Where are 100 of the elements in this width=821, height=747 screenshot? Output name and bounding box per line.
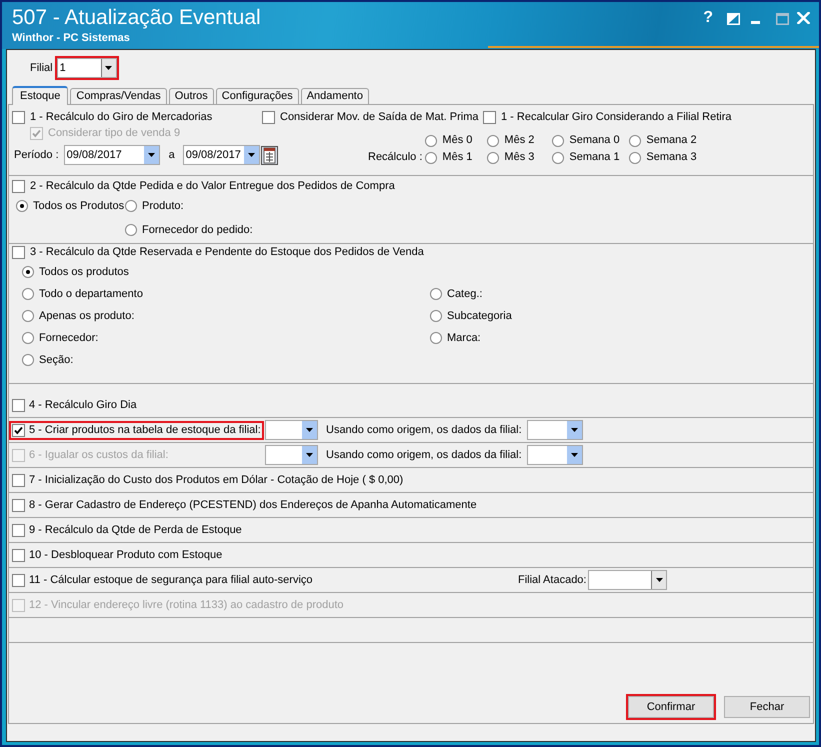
radio-label: Apenas os produto: [39,310,134,322]
dropdown-button[interactable] [144,146,159,164]
range-separator: a [168,148,175,162]
calendar-icon[interactable] [260,146,278,164]
caret-down-icon [248,153,255,157]
checkbox-label: 10 - Desbloquear Produto com Estoque [29,548,222,562]
checkbox[interactable] [12,498,25,512]
checkbox-label: 2 - Recálculo da Qtde Pedida e do Valor Entregue dos Pedidos de Compra [30,180,395,192]
tab[interactable]: Configurações [216,88,299,104]
caret-down-icon [570,453,578,457]
dropdown-button[interactable] [566,446,582,464]
radio-label: Produto: [142,200,184,212]
checkbox[interactable] [12,110,25,124]
caret-down-icon [306,453,313,457]
radio-button[interactable] [487,134,500,146]
select-field[interactable] [526,420,583,440]
radio-button[interactable] [430,310,442,322]
period-label: Período : [14,148,59,162]
radio-button[interactable] [125,200,137,212]
checkbox-label: 5 - Criar produtos na tabela de estoque da filial: [29,424,261,436]
date-field[interactable]: 09/08/2017 [182,145,260,165]
checkbox[interactable] [12,246,25,258]
radio-button[interactable] [425,134,438,146]
radio-button[interactable] [430,332,442,344]
origin-label: Usando como origem, os dados da filial: [326,448,522,462]
radio-label: Seção: [39,354,74,366]
radio-label: Semana 0 [569,134,620,147]
select-field[interactable] [265,445,318,465]
radio-label: Marca: [447,332,481,344]
origin-label: Usando como origem, os dados da filial: [326,424,522,436]
radio-label: Todos os produtos [39,266,129,278]
select-field[interactable] [526,445,583,465]
radio-button[interactable] [22,266,34,278]
caret-down-icon [570,428,578,432]
caret-down-icon [148,153,155,157]
checkbox[interactable] [262,110,275,124]
radio-button[interactable] [430,288,442,300]
radio-label: Fornecedor: [39,332,98,344]
dropdown-button[interactable] [566,421,582,439]
radio-button[interactable] [629,152,642,164]
checkbox[interactable] [12,524,25,536]
checkbox-label: 1 - Recalcular Giro Considerando a Filial Retira [501,110,732,124]
caret-down-icon [306,428,313,432]
checkbox[interactable] [483,110,496,124]
checkbox-label: 9 - Recálculo da Qtde de Perda de Estoque [29,524,242,536]
radio-label: Mês 3 [504,151,534,164]
dialog-button[interactable]: Fechar [724,696,810,718]
date-field[interactable]: 09/08/2017 [64,145,160,165]
radio-button[interactable] [552,134,564,146]
checkbox-label: Considerar tipo de venda 9 [48,126,180,140]
checkbox-label: 7 - Inicialização do Custo dos Produtos em Dólar - Cotação de Hoje ( $ 0,00) [29,474,404,486]
tab[interactable]: Estoque [12,86,68,105]
caret-down-icon [105,66,112,70]
checkbox-label: 11 - Cálcular estoque de segurança para filial auto-serviço [29,574,313,586]
tab[interactable]: Compras/Vendas [70,88,167,104]
contrast-icon[interactable] [727,13,740,25]
dropdown-button[interactable] [100,59,116,77]
checkbox-label: 12 - Vincular endereço livre (rotina 1133) ao cadastro de produto [29,598,344,612]
select-field[interactable] [588,570,668,590]
dialog-button[interactable]: Confirmar [628,696,714,718]
select-field[interactable] [265,420,318,440]
radio-button[interactable] [16,200,28,212]
radio-button[interactable] [552,152,564,164]
checkbox[interactable] [12,474,25,486]
radio-label: Fornecedor do pedido: [142,224,253,236]
help-button[interactable]: ? [703,10,713,26]
radio-button[interactable] [629,134,642,146]
dropdown-button[interactable] [651,571,666,589]
radio-button[interactable] [125,224,137,236]
radio-button[interactable] [22,288,34,300]
checkbox-label: 3 - Recálculo da Qtde Reservada e Pendente do Estoque dos Pedidos de Venda [30,246,424,258]
checkbox[interactable] [12,548,25,562]
caret-down-icon [656,578,663,582]
radio-label: Mês 2 [504,134,534,147]
checkbox-label: 4 - Recálculo Giro Dia [29,398,137,412]
radio-label: Semana 1 [569,151,620,164]
checkbox[interactable] [12,574,25,586]
dropdown-button[interactable] [302,446,317,464]
radio-button[interactable] [425,152,438,164]
tab[interactable]: Andamento [300,88,369,104]
radio-label: Mês 0 [442,134,472,147]
checkbox[interactable] [12,424,25,436]
radio-label: Todos os Produtos [33,200,124,212]
window-subtitle: Winthor - PC Sistemas [12,32,131,45]
filial-select[interactable]: 1 [56,58,117,78]
radio-button[interactable] [487,152,500,164]
radio-button[interactable] [22,332,34,344]
recalculo-label: Recálculo : [368,150,422,165]
dropdown-button[interactable] [244,146,259,164]
checkbox[interactable] [12,180,25,192]
maximize-icon[interactable] [776,13,789,25]
radio-button[interactable] [22,354,34,366]
tab[interactable]: Outros [168,88,214,104]
checkbox-label: 6 - Igualar os custos da filial: [29,448,168,462]
checkbox-label: 8 - Gerar Cadastro de Endereço (PCESTEND) dos Endereços de Apanha Automaticamente [29,498,477,512]
dropdown-button[interactable] [302,421,317,439]
close-icon[interactable] [797,12,810,24]
radio-button[interactable] [22,310,34,322]
checkbox-label: Considerar Mov. de Saída de Mat. Prima [280,110,478,124]
checkbox[interactable] [12,398,25,412]
